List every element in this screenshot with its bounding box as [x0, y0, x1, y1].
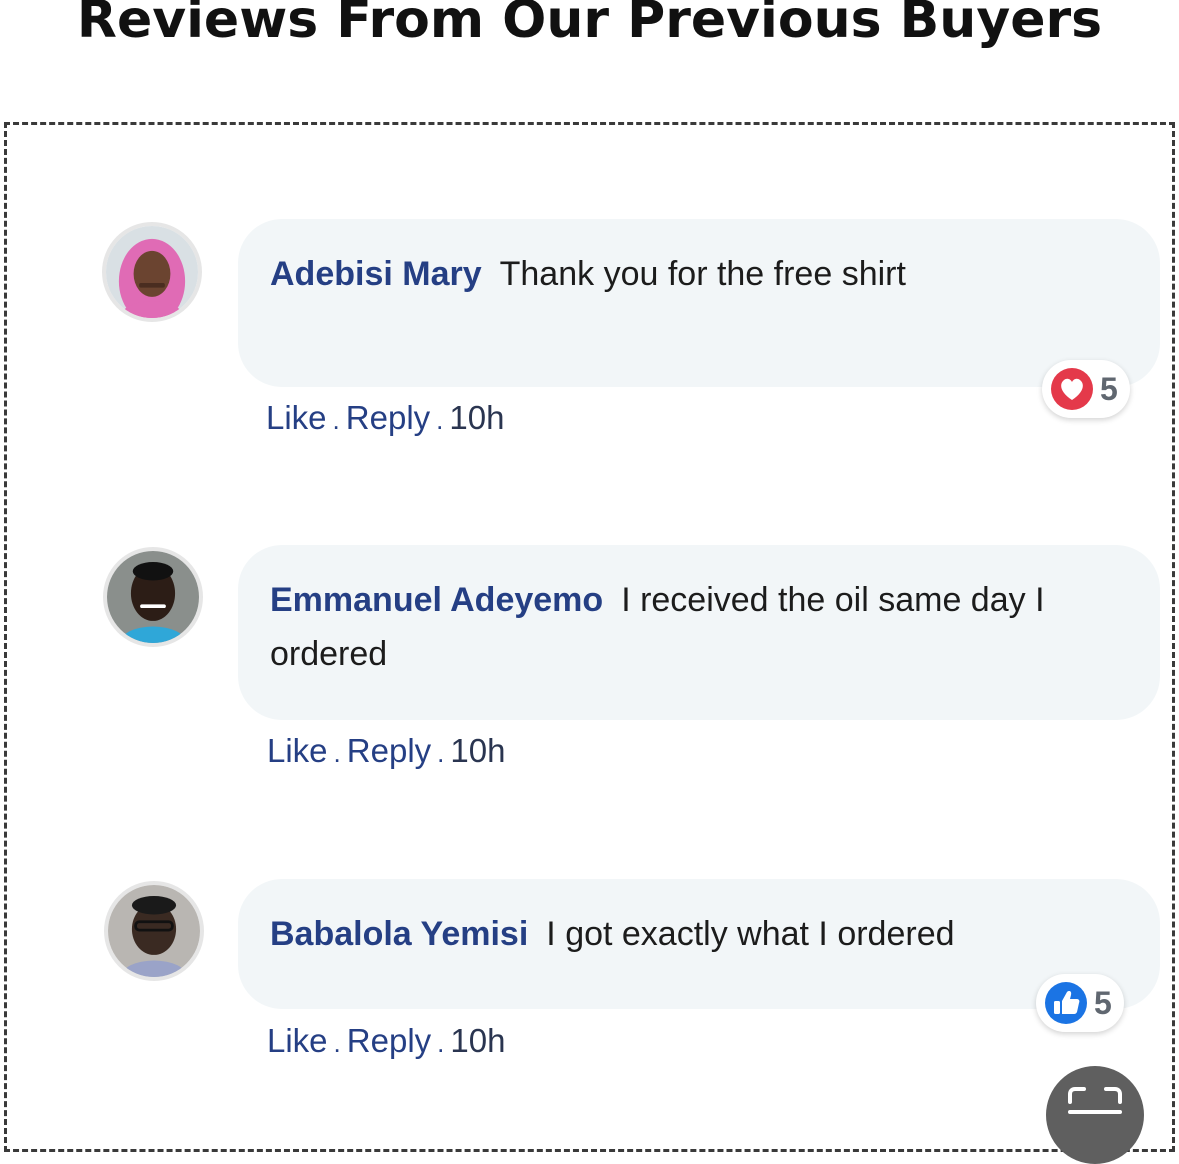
reaction-count: 5	[1100, 370, 1118, 407]
thumbs-up-icon	[1045, 982, 1087, 1024]
commenter-name[interactable]: Emmanuel Adeyemo	[270, 581, 603, 619]
reply-link[interactable]: Reply	[347, 732, 431, 769]
scan-icon	[1068, 1087, 1122, 1114]
comment-time: 10h	[450, 1022, 506, 1059]
reaction-badge[interactable]: 5	[1036, 974, 1124, 1032]
page-heading: Reviews From Our Previous Buyers	[76, 0, 1103, 50]
comment-actions: Like. Reply. 10h	[267, 732, 505, 770]
comment-time: 10h	[450, 732, 506, 769]
avatar[interactable]	[102, 222, 202, 322]
comment-bubble: Emmanuel Adeyemo I received the oil same …	[238, 545, 1160, 720]
comment-actions: Like. Reply. 10h	[267, 1022, 505, 1060]
separator: .	[333, 738, 341, 768]
like-link[interactable]: Like	[267, 1022, 328, 1059]
comment-time: 10h	[449, 399, 505, 436]
separator: .	[333, 1028, 341, 1058]
comment-actions: Like. Reply. 10h	[266, 399, 504, 437]
scan-button[interactable]	[1046, 1066, 1144, 1164]
avatar[interactable]	[104, 881, 204, 981]
like-link[interactable]: Like	[267, 732, 328, 769]
reply-link[interactable]: Reply	[347, 1022, 431, 1059]
reply-link[interactable]: Reply	[346, 399, 430, 436]
reaction-badge[interactable]: 5	[1042, 360, 1130, 418]
comment-text: Thank you for the free shirt	[499, 255, 906, 293]
separator: .	[436, 405, 444, 435]
avatar-photo-icon	[106, 226, 198, 318]
commenter-name[interactable]: Babalola Yemisi	[270, 915, 528, 953]
comment-text: I got exactly what I ordered	[546, 915, 955, 953]
comment-bubble: Babalola Yemisi I got exactly what I orde…	[238, 879, 1160, 1009]
heart-icon	[1051, 368, 1093, 410]
commenter-name[interactable]: Adebisi Mary	[270, 255, 482, 293]
like-link[interactable]: Like	[266, 399, 327, 436]
reaction-count: 5	[1094, 984, 1112, 1021]
avatar-photo-icon	[108, 885, 200, 977]
separator: .	[437, 1028, 445, 1058]
comment-bubble: Adebisi Mary Thank you for the free shirt	[238, 219, 1160, 387]
separator: .	[437, 738, 445, 768]
separator: .	[332, 405, 340, 435]
avatar-photo-icon	[107, 551, 199, 643]
avatar[interactable]	[103, 547, 203, 647]
